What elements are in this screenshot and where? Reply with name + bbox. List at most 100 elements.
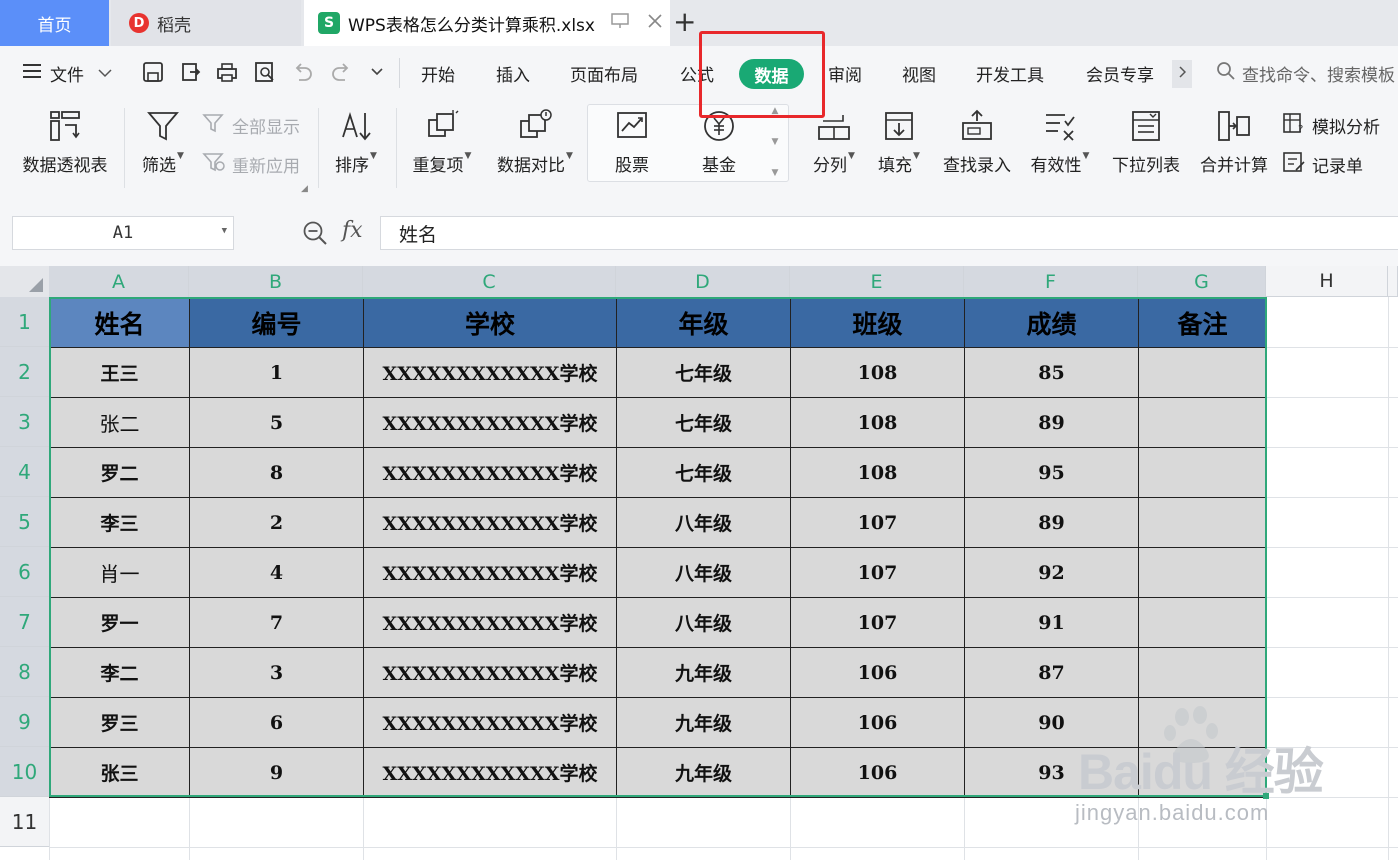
more-tabs-button[interactable] bbox=[1172, 60, 1192, 88]
table-cell[interactable]: 1 bbox=[189, 347, 364, 398]
table-cell[interactable]: 106 bbox=[790, 647, 965, 698]
table-cell[interactable]: 107 bbox=[790, 497, 965, 548]
zoom-out-icon[interactable] bbox=[302, 220, 328, 246]
table-cell[interactable] bbox=[1138, 597, 1267, 648]
scroll-up-icon[interactable]: ▲ bbox=[772, 106, 779, 116]
table-cell[interactable]: 李三 bbox=[49, 497, 190, 548]
table-cell[interactable]: 九年级 bbox=[616, 697, 791, 748]
table-cell[interactable]: 肖一 bbox=[49, 547, 190, 598]
tab-developer[interactable]: 开发工具 bbox=[976, 46, 1044, 100]
table-cell[interactable] bbox=[1138, 347, 1267, 398]
table-header-cell[interactable]: 备注 bbox=[1138, 297, 1267, 348]
table-cell[interactable]: 85 bbox=[964, 347, 1139, 398]
redo-icon[interactable] bbox=[330, 61, 352, 83]
table-cell[interactable]: 92 bbox=[964, 547, 1139, 598]
row-header-10[interactable]: 10 bbox=[0, 747, 49, 797]
consolidate-button[interactable]: 合并计算 bbox=[1196, 100, 1272, 198]
tab-page-layout[interactable]: 页面布局 bbox=[570, 46, 638, 100]
lookup-entry-button[interactable]: 查找录入 bbox=[938, 100, 1016, 198]
export-icon[interactable] bbox=[180, 61, 202, 83]
table-cell[interactable]: 108 bbox=[790, 447, 965, 498]
tab-home[interactable]: 首页 bbox=[0, 0, 109, 46]
table-cell[interactable]: 106 bbox=[790, 697, 965, 748]
table-cell[interactable] bbox=[1138, 647, 1267, 698]
record-form-button[interactable]: 记录单 bbox=[1282, 151, 1363, 178]
table-cell[interactable]: 八年级 bbox=[616, 497, 791, 548]
row-header-5[interactable]: 5 bbox=[0, 497, 49, 547]
table-cell[interactable]: 罗二 bbox=[49, 447, 190, 498]
table-cell[interactable]: 七年级 bbox=[616, 347, 791, 398]
row-header-4[interactable]: 4 bbox=[0, 447, 49, 497]
column-header-b[interactable]: B bbox=[189, 266, 363, 297]
column-header-d[interactable]: D bbox=[616, 266, 790, 297]
row-header-2[interactable]: 2 bbox=[0, 347, 49, 397]
row-header-7[interactable]: 7 bbox=[0, 597, 49, 647]
select-all-corner[interactable] bbox=[0, 266, 49, 297]
table-cell[interactable]: 王三 bbox=[49, 347, 190, 398]
table-cell[interactable] bbox=[1138, 397, 1267, 448]
table-cell[interactable]: XXXXXXXXXXXX学校 bbox=[363, 597, 617, 648]
table-cell[interactable]: 七年级 bbox=[616, 447, 791, 498]
table-cell[interactable]: 6 bbox=[189, 697, 364, 748]
tab-formulas[interactable]: 公式 bbox=[680, 46, 714, 100]
row-header-1[interactable]: 1 bbox=[0, 297, 49, 347]
table-cell[interactable]: 95 bbox=[964, 447, 1139, 498]
show-all-button[interactable]: 全部显示 bbox=[202, 112, 300, 139]
table-header-cell[interactable]: 学校 bbox=[363, 297, 617, 348]
fund-button[interactable]: 基金 bbox=[692, 100, 746, 198]
table-cell[interactable]: 八年级 bbox=[616, 597, 791, 648]
table-cell[interactable]: 李二 bbox=[49, 647, 190, 698]
tab-member[interactable]: 会员专享 bbox=[1086, 46, 1154, 100]
column-header-f[interactable]: F bbox=[964, 266, 1138, 297]
column-header-a[interactable]: A bbox=[49, 266, 189, 297]
table-cell[interactable]: 5 bbox=[189, 397, 364, 448]
table-cell[interactable]: XXXXXXXXXXXX学校 bbox=[363, 697, 617, 748]
table-cell[interactable]: 89 bbox=[964, 397, 1139, 448]
fill-button[interactable]: 填充▼ bbox=[872, 100, 926, 198]
table-cell[interactable]: 107 bbox=[790, 547, 965, 598]
table-cell[interactable]: 4 bbox=[189, 547, 364, 598]
table-cell[interactable] bbox=[1138, 447, 1267, 498]
table-cell[interactable]: 2 bbox=[189, 497, 364, 548]
sort-button[interactable]: 排序▼ bbox=[328, 100, 384, 198]
table-cell[interactable]: XXXXXXXXXXXX学校 bbox=[363, 397, 617, 448]
table-cell[interactable]: 106 bbox=[790, 747, 965, 798]
table-header-cell[interactable]: 年级 bbox=[616, 297, 791, 348]
dialog-launcher-icon[interactable]: ◢ bbox=[301, 184, 308, 194]
table-cell[interactable]: 张三 bbox=[49, 747, 190, 798]
gallery-expand-icon[interactable]: ▼ bbox=[772, 168, 779, 178]
tab-current-file[interactable]: S WPS表格怎么分类计算乘积.xlsx bbox=[304, 0, 670, 46]
tab-insert[interactable]: 插入 bbox=[496, 46, 530, 100]
tab-data[interactable]: 数据 bbox=[739, 59, 804, 89]
table-cell[interactable]: 107 bbox=[790, 597, 965, 648]
validity-button[interactable]: 有效性▼ bbox=[1026, 100, 1094, 198]
table-cell[interactable]: 7 bbox=[189, 597, 364, 648]
tab-daoke[interactable]: D 稻壳 bbox=[111, 0, 301, 46]
table-cell[interactable]: XXXXXXXXXXXX学校 bbox=[363, 447, 617, 498]
table-cell[interactable]: XXXXXXXXXXXX学校 bbox=[363, 547, 617, 598]
save-icon[interactable] bbox=[142, 61, 164, 83]
monitor-icon[interactable] bbox=[611, 12, 629, 34]
table-cell[interactable]: XXXXXXXXXXXX学校 bbox=[363, 747, 617, 798]
table-cell[interactable]: 七年级 bbox=[616, 397, 791, 448]
table-cell[interactable]: 89 bbox=[964, 497, 1139, 548]
row-header-8[interactable]: 8 bbox=[0, 647, 49, 697]
table-cell[interactable] bbox=[1138, 497, 1267, 548]
insert-function-icon[interactable]: fx bbox=[342, 218, 363, 243]
pivot-table-button[interactable]: 数据透视表 bbox=[18, 100, 112, 198]
row-header-11[interactable]: 11 bbox=[0, 797, 49, 847]
column-header-h[interactable]: H bbox=[1266, 266, 1388, 297]
table-cell[interactable]: 八年级 bbox=[616, 547, 791, 598]
table-header-cell[interactable]: 姓名 bbox=[49, 297, 190, 348]
table-cell[interactable]: 108 bbox=[790, 397, 965, 448]
file-menu[interactable]: 文件 bbox=[22, 46, 112, 100]
reapply-button[interactable]: 重新应用 bbox=[202, 151, 300, 178]
table-cell[interactable]: 张二 bbox=[49, 397, 190, 448]
table-header-cell[interactable]: 成绩 bbox=[964, 297, 1139, 348]
duplicates-button[interactable]: 重复项▼ bbox=[408, 100, 476, 198]
command-search[interactable]: 查找命令、搜索模板 bbox=[1216, 46, 1395, 100]
customize-dropdown-icon[interactable] bbox=[366, 61, 388, 83]
data-compare-button[interactable]: 数据对比▼ bbox=[492, 100, 578, 198]
table-cell[interactable]: 九年级 bbox=[616, 647, 791, 698]
table-cell[interactable]: XXXXXXXXXXXX学校 bbox=[363, 497, 617, 548]
